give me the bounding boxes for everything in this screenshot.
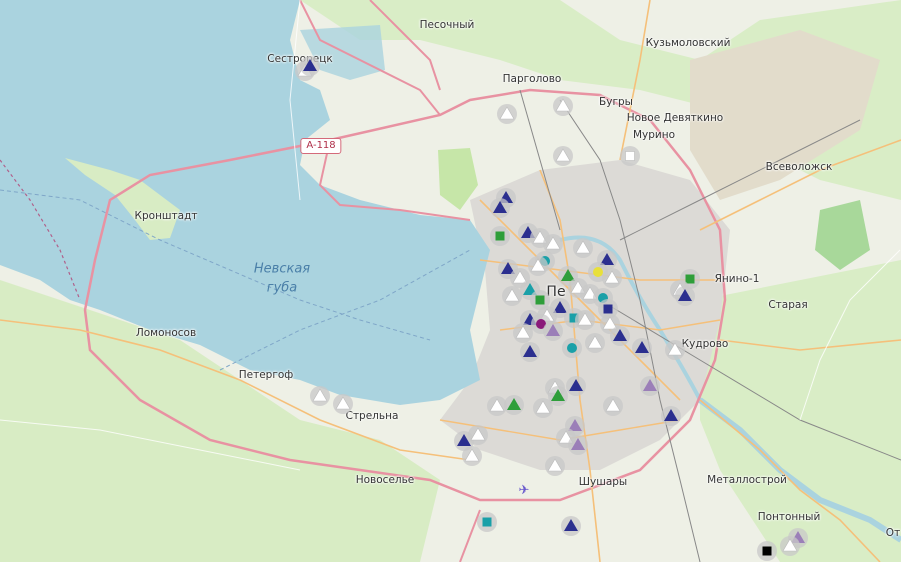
- map-marker-sq-green[interactable]: [489, 225, 511, 251]
- map-marker-tri-navy[interactable]: [674, 285, 696, 311]
- map-marker-tri-navy[interactable]: [609, 325, 631, 351]
- water-label-line1: Невская: [253, 261, 311, 277]
- map-marker-sq-black[interactable]: [756, 540, 778, 562]
- map-marker-sq-white[interactable]: [619, 145, 641, 171]
- place-label-metallostroy: Металлострой: [707, 474, 787, 486]
- map-marker-tri-white[interactable]: [664, 339, 686, 365]
- svg-text:✈: ✈: [519, 483, 530, 498]
- place-label-lomonosov: Ломоносов: [135, 327, 197, 339]
- map-marker-tri-navy[interactable]: [489, 197, 511, 223]
- road-shield-a118: A-118: [300, 138, 342, 154]
- place-label-pargolovo: Парголово: [502, 73, 562, 85]
- map-marker-tri-white[interactable]: [532, 397, 554, 423]
- place-label-vsevolozhsk: Всеволожск: [765, 161, 833, 173]
- map-view[interactable]: ✈ Песочный Кузьмоловский Сестрорецк Парг…: [0, 0, 901, 562]
- place-label-shushary: Шушары: [578, 476, 628, 488]
- map-marker-tri-white[interactable]: [584, 332, 606, 358]
- place-label-ot: От: [885, 527, 901, 539]
- map-marker-tri-white[interactable]: [779, 535, 801, 561]
- place-label-bugry: Бугры: [599, 96, 633, 108]
- map-marker-tri-white[interactable]: [332, 393, 354, 419]
- place-label-yanino: Янино-1: [714, 273, 760, 285]
- place-label-novoe-devyatkino: Новое Девяткино: [626, 112, 724, 124]
- map-marker-tri-white[interactable]: [572, 237, 594, 263]
- place-label-murino: Мурино: [632, 129, 676, 141]
- map-marker-tri-white[interactable]: [461, 445, 483, 471]
- map-marker-sq-teal[interactable]: [476, 511, 498, 537]
- map-marker-tri-navy[interactable]: [631, 337, 653, 363]
- map-marker-tri-green[interactable]: [503, 394, 525, 420]
- map-marker-tri-navy[interactable]: [299, 55, 321, 81]
- place-label-staraya: Старая: [768, 299, 808, 311]
- place-label-pesochny: Песочный: [419, 19, 475, 31]
- map-marker-tri-white[interactable]: [552, 95, 574, 121]
- place-label-kronshtadt: Кронштадт: [134, 210, 198, 222]
- map-marker-tri-white[interactable]: [309, 385, 331, 411]
- map-marker-tri-white[interactable]: [544, 455, 566, 481]
- map-marker-tri-white[interactable]: [496, 103, 518, 129]
- map-marker-tri-purple[interactable]: [567, 434, 589, 460]
- place-label-kudrovo: Кудрово: [681, 338, 729, 350]
- map-marker-tri-white[interactable]: [602, 395, 624, 421]
- map-marker-tri-navy[interactable]: [560, 515, 582, 541]
- map-marker-dot-teal[interactable]: [561, 337, 583, 363]
- place-label-novoselye: Новоселье: [355, 474, 415, 486]
- map-marker-tri-navy[interactable]: [660, 405, 682, 431]
- map-marker-tri-purple[interactable]: [639, 375, 661, 401]
- place-label-kuzmolovsky: Кузьмоловский: [645, 37, 731, 49]
- map-marker-tri-navy[interactable]: [519, 341, 541, 367]
- map-marker-tri-white[interactable]: [552, 145, 574, 171]
- place-label-pontonny: Понтонный: [757, 511, 821, 523]
- place-label-petergof: Петергоф: [238, 369, 294, 381]
- water-label-line2: губа: [266, 280, 298, 296]
- map-marker-tri-white[interactable]: [501, 285, 523, 311]
